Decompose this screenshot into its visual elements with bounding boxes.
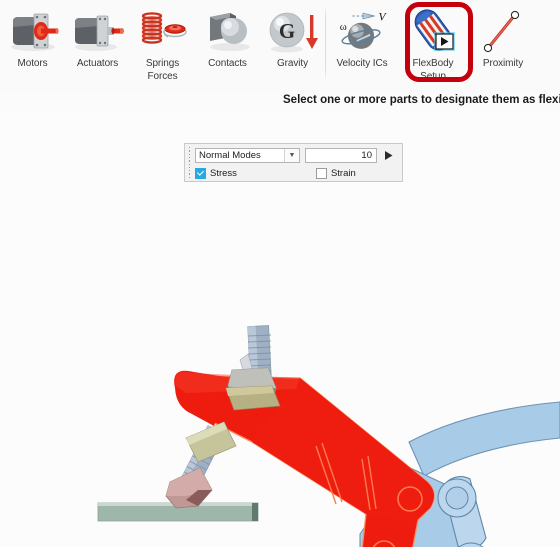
mode-select[interactable]: Normal Modes ▼	[195, 147, 300, 163]
svg-text:V: V	[378, 10, 387, 23]
contact-icon	[198, 6, 258, 56]
motor-icon	[3, 6, 63, 56]
ribbon-button-contacts[interactable]: Contacts	[195, 0, 260, 90]
stress-checkbox-box[interactable]	[195, 167, 206, 179]
velocity-ics-icon: ω V	[332, 6, 392, 56]
strain-checkbox-label: Strain	[330, 167, 356, 179]
play-modes-button[interactable]	[380, 148, 396, 163]
panel-row-results: Stress Strain	[195, 165, 398, 181]
spring-force-icon	[133, 6, 193, 56]
ribbon-button-label: Springs	[145, 58, 180, 69]
ribbon-button-label: Gravity	[277, 58, 308, 69]
ribbon-button-label: Actuators	[76, 58, 119, 69]
panel-body: Normal Modes ▼ 10 Stress Strain	[194, 144, 402, 181]
ribbon-button-springs-forces[interactable]: Springs Forces	[130, 0, 195, 90]
ribbon-button-flexbody-setup[interactable]: FlexBody Setup	[398, 0, 468, 90]
actuator-icon	[68, 6, 128, 56]
strain-checkbox[interactable]: Strain	[315, 167, 356, 179]
upper-linkage-bar	[408, 401, 560, 477]
ribbon-button-label-2: Setup	[420, 71, 446, 82]
svg-text:ω: ω	[340, 22, 347, 33]
strain-checkbox-box[interactable]	[315, 167, 327, 179]
lower-hex-nut	[165, 467, 213, 509]
proximity-icon	[473, 6, 533, 56]
panel-row-mode: Normal Modes ▼ 10	[195, 147, 398, 163]
panel-drag-grip[interactable]	[185, 144, 194, 181]
gravity-icon: G	[263, 6, 323, 56]
ribbon-button-label-2: Forces	[147, 71, 178, 82]
ribbon-button-velocity-ics[interactable]: ω V Velocity ICs	[326, 0, 398, 90]
flexbody-setup-icon	[403, 6, 463, 56]
svg-text:G: G	[278, 19, 294, 43]
mode-count-input[interactable]: 10	[305, 147, 377, 163]
ribbon-button-proximity[interactable]: Proximity	[468, 0, 538, 90]
ribbon-button-actuators[interactable]: Actuators	[65, 0, 130, 90]
ribbon-button-label: Contacts	[208, 58, 247, 69]
play-icon	[384, 150, 392, 160]
stress-checkbox[interactable]: Stress	[195, 167, 237, 179]
ribbon-button-label: FlexBody	[412, 58, 454, 69]
selection-hint-text: Select one or more parts to designate th…	[283, 94, 560, 106]
chevron-down-icon[interactable]: ▼	[284, 148, 299, 162]
stress-checkbox-label: Stress	[210, 167, 237, 179]
ribbon-button-motors[interactable]: Motors	[0, 0, 65, 90]
upper-washer	[225, 385, 281, 411]
ribbon-toolbar: Motors Actuators Springs Forces Contacts…	[0, 0, 560, 92]
flexbody-modes-panel[interactable]: Normal Modes ▼ 10 Stress Strain	[184, 143, 403, 182]
ribbon-button-label: Motors	[17, 58, 48, 69]
ribbon-button-label: Velocity ICs	[336, 58, 388, 69]
ribbon-button-label: Proximity	[482, 58, 524, 69]
ribbon-button-gravity[interactable]: G Gravity	[260, 0, 325, 90]
mode-select-value: Normal Modes	[199, 149, 261, 161]
